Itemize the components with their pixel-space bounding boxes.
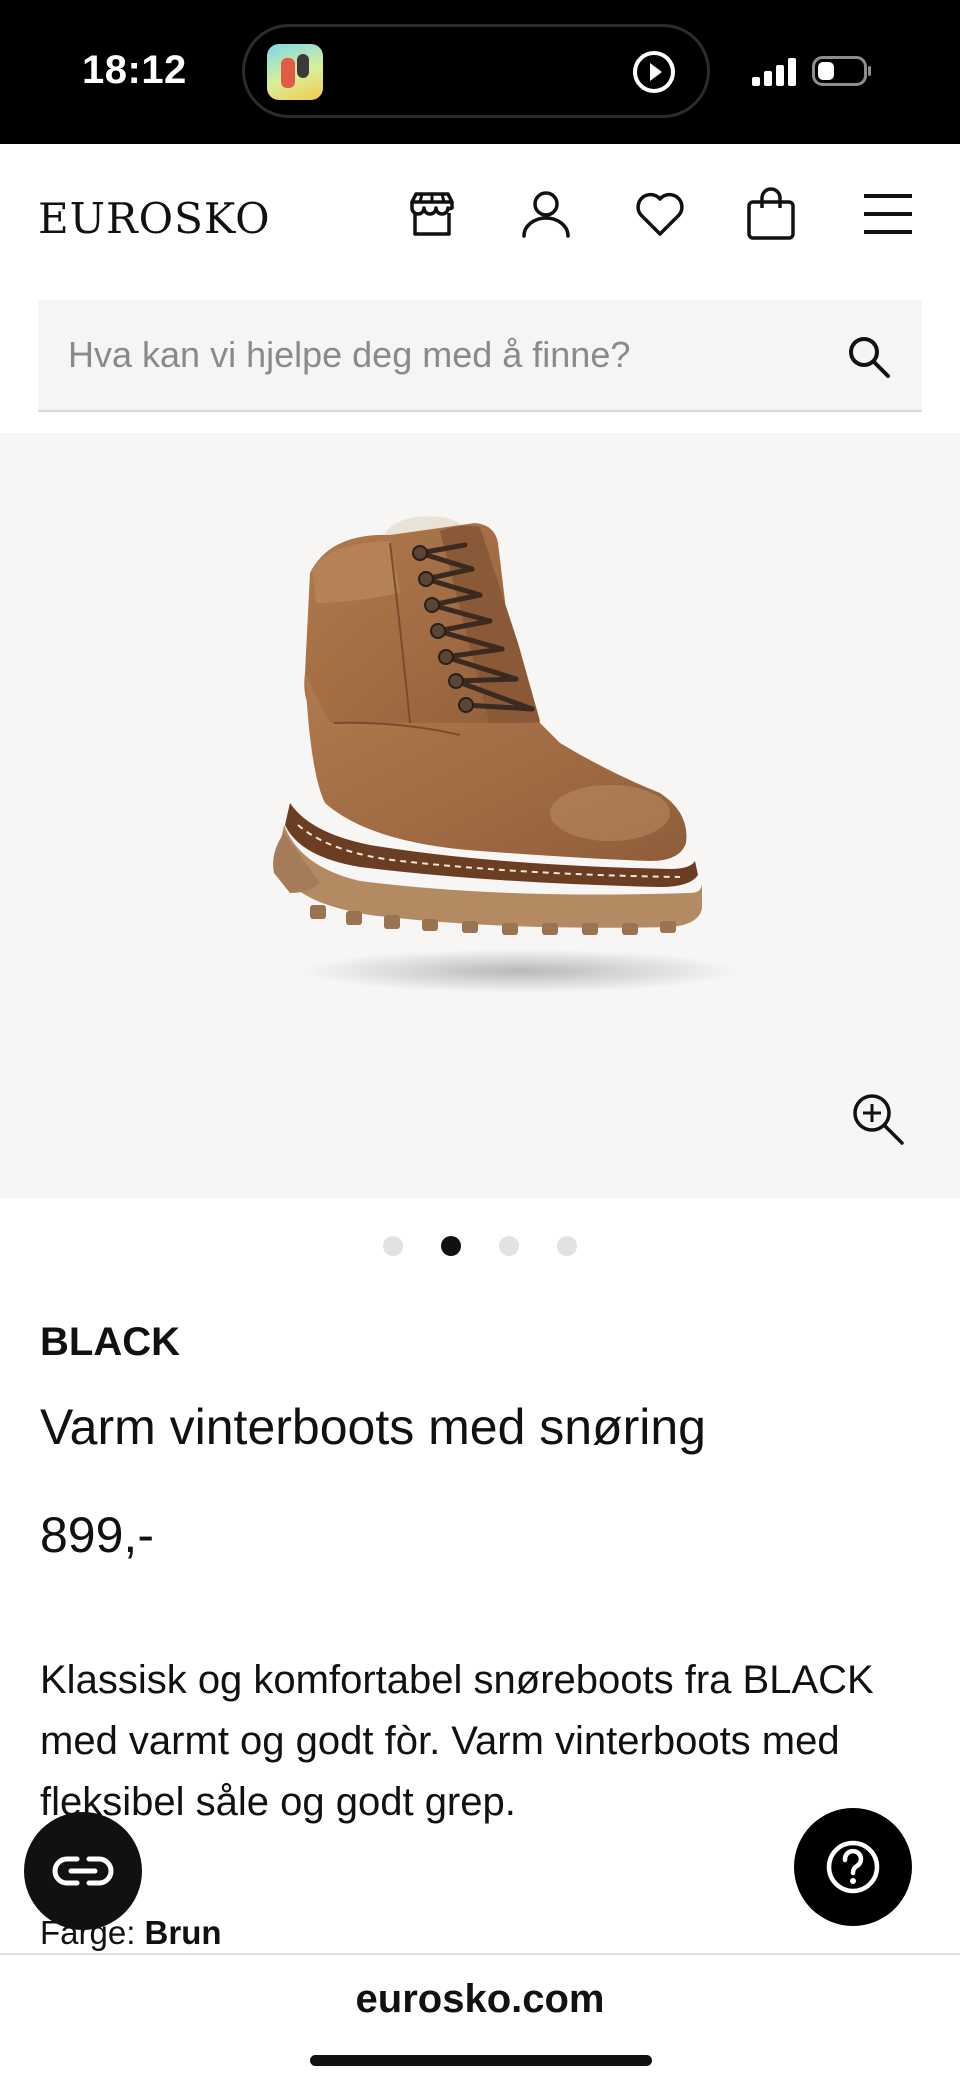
store-icon[interactable] — [404, 186, 460, 242]
gallery-pager — [0, 1236, 960, 1258]
browser-bottom-bar: eurosko.com — [0, 1953, 960, 2081]
search-icon[interactable] — [846, 334, 892, 380]
dynamic-island[interactable] — [242, 24, 710, 118]
link-button[interactable] — [24, 1812, 142, 1930]
app-thumbnail-icon[interactable] — [267, 44, 323, 100]
pager-dot[interactable] — [441, 1236, 461, 1256]
zoom-in-icon[interactable] — [848, 1089, 908, 1149]
product-title: Varm vinterboots med snøring — [40, 1399, 706, 1455]
bag-icon[interactable] — [744, 186, 800, 242]
heart-icon[interactable] — [632, 186, 688, 242]
menu-icon[interactable] — [860, 186, 916, 242]
search-box — [38, 300, 922, 412]
site-header: EUROSKO — [0, 144, 960, 284]
status-time: 18:12 — [82, 48, 187, 92]
eurosko-logo[interactable]: EUROSKO — [38, 194, 271, 243]
battery-icon — [812, 56, 871, 86]
account-icon[interactable] — [518, 186, 574, 242]
search-input[interactable] — [68, 300, 828, 410]
link-icon — [52, 1856, 114, 1886]
status-bar: 18:12 — [0, 0, 960, 144]
help-icon — [826, 1840, 880, 1894]
product-price: 899,- — [40, 1507, 154, 1563]
pager-dot[interactable] — [557, 1236, 577, 1256]
home-indicator[interactable] — [310, 2055, 652, 2066]
pager-dot[interactable] — [499, 1236, 519, 1256]
product-image[interactable] — [250, 473, 770, 1003]
help-button[interactable] — [794, 1808, 912, 1926]
play-circle-icon[interactable] — [631, 49, 677, 95]
product-gallery[interactable] — [0, 433, 960, 1198]
product-description: Klassisk og komfortabel snøreboots fra B… — [40, 1658, 874, 1824]
address-bar-domain[interactable]: eurosko.com — [0, 1977, 960, 2022]
signal-icon — [752, 58, 796, 86]
color-value: Brun — [144, 1914, 222, 1951]
product-brand[interactable]: BLACK — [40, 1320, 180, 1365]
pager-dot[interactable] — [383, 1236, 403, 1256]
